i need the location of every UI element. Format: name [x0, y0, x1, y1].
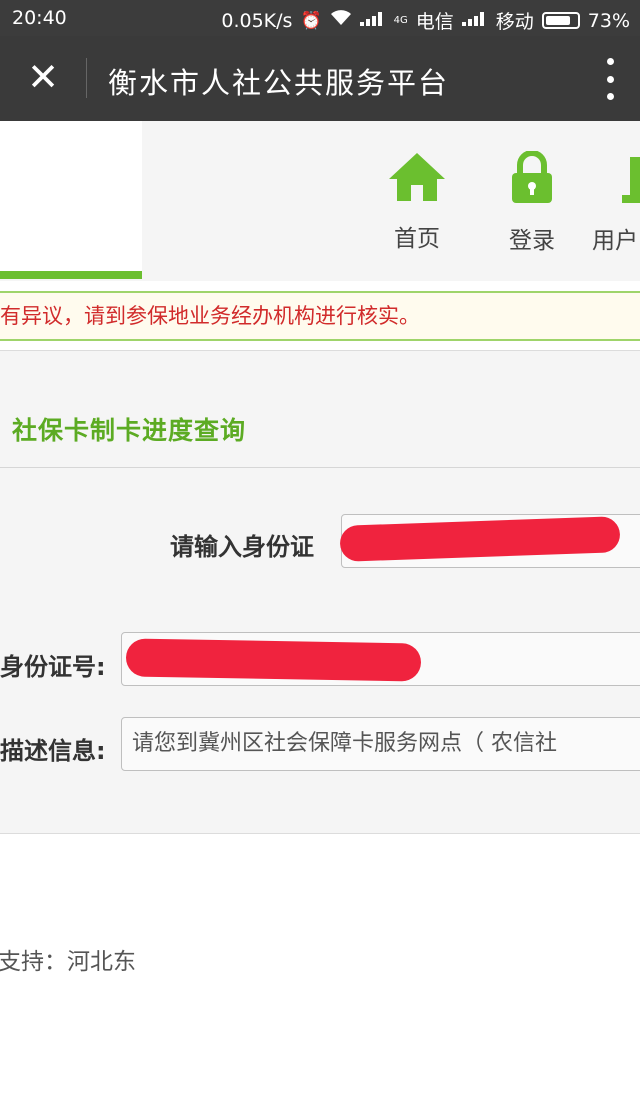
redaction-mark-2 [125, 638, 422, 682]
status-bar: 20:40 0.05K/s ⏰ 4G 电信 移动 73% [0, 0, 640, 36]
id-input-label: 请输入身份证 [170, 533, 314, 561]
wifi-icon [330, 9, 352, 32]
app-bar: ✕ 衡水市人社公共服务平台 [0, 36, 640, 121]
more-menu-icon[interactable] [604, 58, 616, 100]
battery-level: 73% [587, 9, 630, 32]
id-number-label: 身份证号: [0, 653, 106, 681]
nav-user-label: 用户 [592, 228, 638, 254]
alarm-icon: ⏰ [300, 10, 322, 31]
page-title: 衡水市人社公共服务平台 [108, 66, 450, 100]
query-title: 社保卡制卡进度查询 [12, 416, 247, 445]
query-panel: 社保卡制卡进度查询 请输入身份证 131 身份证号: 13110 描述信息: 请… [0, 350, 640, 834]
network-type: 4G [393, 15, 408, 26]
support-text: 支持：河北东 [0, 949, 136, 975]
carrier-1: 电信 [415, 11, 454, 33]
home-icon [389, 153, 445, 201]
notice-banner: 有异议，请到参保地业务经办机构进行核实。 [0, 291, 640, 341]
status-time: 20:40 [12, 7, 67, 29]
app-bar-divider [86, 58, 87, 98]
notice-text: 有异议，请到参保地业务经办机构进行核实。 [0, 304, 420, 328]
nav-home-label: 首页 [394, 226, 440, 252]
close-icon[interactable]: ✕ [22, 56, 64, 98]
desc-label: 描述信息: [0, 737, 106, 765]
nav-login[interactable]: 登录 [477, 150, 587, 255]
user-icon [622, 157, 640, 203]
network-speed: 0.05K/s [221, 9, 293, 32]
nav-home[interactable]: 首页 [362, 151, 472, 253]
logo-area [0, 121, 142, 271]
desc-value: 请您到冀州区社会保障卡服务网点（ 农信社 [132, 731, 557, 756]
carrier-2: 移动 [495, 11, 534, 33]
active-underline [0, 271, 142, 279]
panel-divider [0, 467, 640, 468]
lock-icon [512, 150, 552, 203]
signal-icon-2 [461, 10, 488, 31]
battery-icon [541, 12, 580, 29]
nav-user[interactable]: 用户 [592, 151, 640, 255]
nav-login-label: 登录 [509, 228, 555, 254]
site-header: 首页 登录 用户 [0, 121, 640, 281]
signal-icon-1 [359, 10, 386, 31]
status-right: 0.05K/s ⏰ 4G 电信 移动 73% [221, 7, 630, 34]
desc-field: 请您到冀州区社会保障卡服务网点（ 农信社 [121, 717, 640, 771]
